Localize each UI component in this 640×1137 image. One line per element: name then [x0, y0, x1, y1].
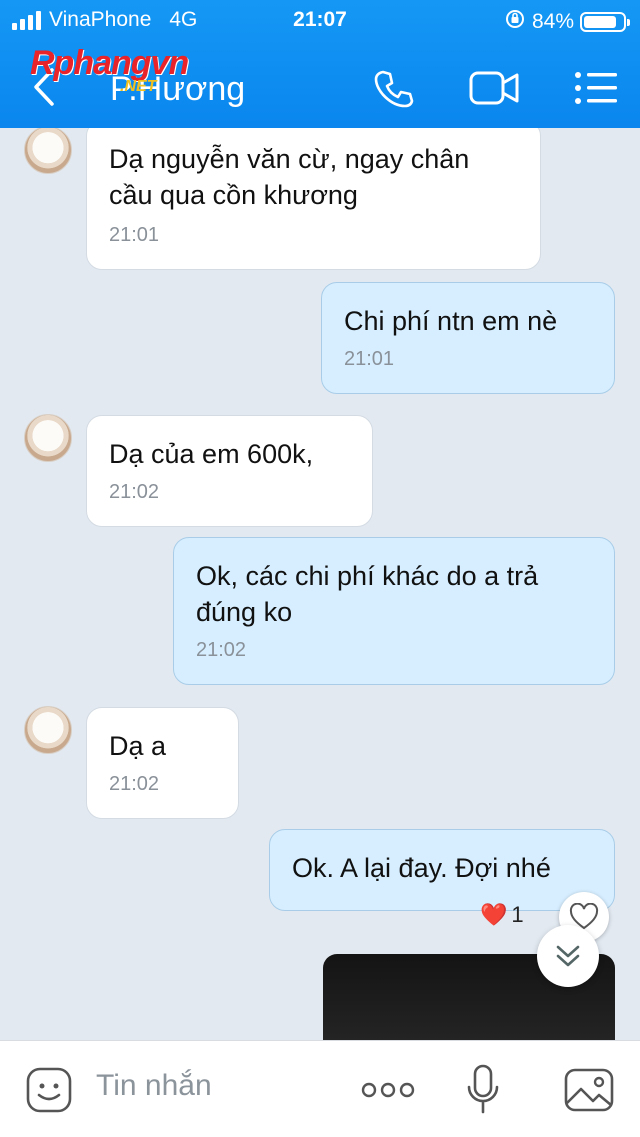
watermark-logo-sub: .NET [120, 78, 157, 95]
double-chevron-down-icon [556, 945, 580, 967]
message-text: Dạ a [109, 731, 167, 761]
sticker-icon [26, 1067, 72, 1113]
rotation-lock-icon [504, 8, 526, 36]
sticker-button[interactable] [22, 1063, 76, 1117]
reaction-summary[interactable]: ❤️ 1 [480, 902, 524, 928]
chat-header: P.Hương Rphangvn .NET [0, 44, 640, 122]
battery-icon [580, 12, 630, 32]
status-right: 84% [504, 8, 630, 36]
video-camera-icon [469, 71, 519, 105]
contact-avatar[interactable] [24, 706, 72, 754]
composer-bar: Tin nhắn [0, 1040, 640, 1137]
message-time: 21:01 [109, 224, 160, 246]
image-gallery-icon [564, 1068, 614, 1112]
message-list[interactable]: Dạ nguyễn văn cừ, ngay chân cầu qua cồn … [0, 128, 640, 1040]
list-menu-icon [575, 72, 617, 104]
more-button[interactable] [360, 1063, 416, 1117]
message-text: Ok. A lại đay. Đợi nhé [292, 853, 551, 883]
more-dots-icon [361, 1082, 415, 1098]
top-bar: VinaPhone 4G 21:07 84% P.Hương Rphangvn … [0, 0, 640, 128]
microphone-icon [467, 1064, 499, 1114]
reaction-count: 1 [511, 902, 524, 927]
message-bubble-outgoing[interactable]: Ok. A lại đay. Đợi nhé [269, 829, 615, 911]
heart-reaction-icon: ❤️ [480, 902, 508, 927]
battery-percent: 84% [531, 10, 574, 33]
message-text: Dạ của em 600k, [109, 439, 314, 469]
phone-icon [374, 70, 414, 108]
message-bubble-incoming[interactable]: Dạ a 21:02 [86, 707, 239, 819]
voice-button[interactable] [456, 1063, 510, 1117]
message-bubble-outgoing[interactable]: Chi phí ntn em nè 21:01 [321, 282, 615, 394]
gallery-button[interactable] [562, 1063, 616, 1117]
contact-avatar[interactable] [24, 414, 72, 462]
message-text: Chi phí ntn em nè [344, 306, 558, 336]
message-input[interactable]: Tin nhắn [96, 1069, 212, 1103]
message-text: Dạ nguyễn văn cừ, ngay chân cầu qua cồn … [109, 144, 470, 210]
status-bar: VinaPhone 4G 21:07 84% [0, 8, 640, 36]
call-button[interactable] [366, 60, 422, 116]
video-call-button[interactable] [466, 60, 522, 116]
message-time: 21:02 [196, 639, 247, 661]
message-time: 21:01 [344, 348, 395, 370]
menu-button[interactable] [568, 60, 624, 116]
message-bubble-incoming[interactable]: Dạ nguyễn văn cừ, ngay chân cầu qua cồn … [86, 128, 541, 270]
watermark-logo: Rphangvn [30, 44, 189, 82]
message-time: 21:02 [109, 773, 160, 795]
message-text: Ok, các chi phí khác do a trả đúng ko [196, 561, 539, 627]
message-bubble-outgoing[interactable]: Ok, các chi phí khác do a trả đúng ko 21… [173, 537, 615, 685]
scroll-to-bottom-button[interactable] [537, 925, 599, 987]
message-bubble-incoming[interactable]: Dạ của em 600k, 21:02 [86, 415, 373, 527]
contact-avatar[interactable] [24, 128, 72, 174]
message-time: 21:02 [109, 481, 160, 503]
